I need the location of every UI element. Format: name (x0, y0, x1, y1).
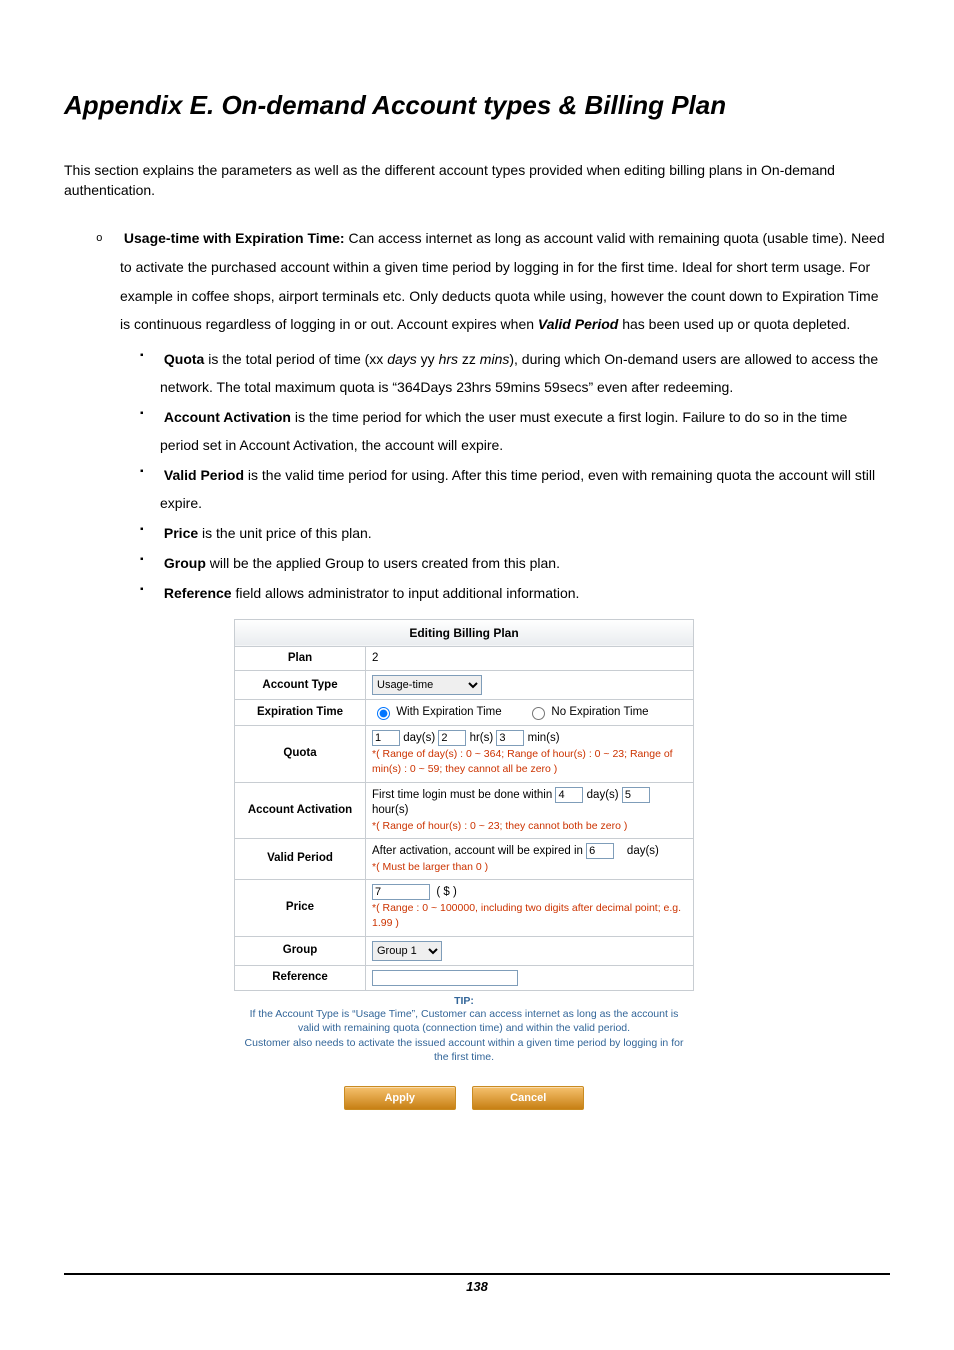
sub-bullet-price: Price is the unit price of this plan. (160, 519, 890, 547)
radio-no-label: No Expiration Time (551, 706, 648, 718)
reference-input[interactable] (372, 970, 518, 986)
activation-day-unit: day(s) (587, 789, 619, 801)
sub-bullet-activation: Account Activation is the time period fo… (160, 403, 890, 459)
quota-day-input[interactable] (372, 730, 400, 746)
valid-hint: *( Must be larger than 0 ) (372, 861, 488, 873)
sub-quota-b2: zz (458, 351, 480, 367)
activation-text-a: First time login must be done within (372, 789, 555, 801)
account-type-select[interactable]: Usage-time (372, 675, 482, 695)
activation-hint: *( Range of hour(s) : 0 ~ 23; they canno… (372, 820, 627, 832)
sub-bullet-valid: Valid Period is the valid time period fo… (160, 461, 890, 517)
sub-quota-i3: mins (480, 351, 510, 367)
page-title: Appendix E. On-demand Account types & Bi… (64, 90, 890, 121)
row-activation-label: Account Activation (235, 782, 366, 839)
sub-quota-a: is the total period of time (xx (204, 351, 387, 367)
radio-with-label: With Expiration Time (396, 706, 501, 718)
sub-group-strong: Group (164, 555, 206, 571)
valid-text-a: After activation, account will be expire… (372, 845, 586, 857)
sub-quota-strong: Quota (164, 351, 204, 367)
sub-bullet-quota: Quota is the total period of time (xx da… (160, 345, 890, 401)
sub-price-strong: Price (164, 525, 198, 541)
row-account-type-label: Account Type (235, 671, 366, 700)
price-hint: *( Range : 0 ~ 100000, including two dig… (372, 902, 681, 930)
row-quota-label: Quota (235, 726, 366, 783)
quota-day-unit: day(s) (403, 732, 435, 744)
sub-bullet-group: Group will be the applied Group to users… (160, 549, 890, 577)
tip-line-1: If the Account Type is “Usage Time”, Cus… (244, 1007, 684, 1035)
sub-valid-strong: Valid Period (164, 467, 244, 483)
main-bullet-emph: Valid Period (538, 316, 618, 332)
valid-day-unit: day(s) (627, 845, 659, 857)
row-group-label: Group (235, 936, 366, 965)
apply-button[interactable]: Apply (344, 1086, 456, 1110)
row-reference-label: Reference (235, 965, 366, 991)
main-bullet: Usage-time with Expiration Time: Can acc… (120, 224, 890, 607)
sub-price-text: is the unit price of this plan. (198, 525, 372, 541)
billing-panel: Editing Billing Plan Plan 2 Account Type… (234, 619, 694, 1110)
activation-day-input[interactable] (555, 787, 583, 803)
quota-hint: *( Range of day(s) : 0 ~ 364; Range of h… (372, 748, 673, 776)
activation-hour-unit: hour(s) (372, 804, 408, 816)
radio-with-expiration[interactable]: With Expiration Time (372, 706, 502, 718)
sub-ref-text: field allows administrator to input addi… (232, 585, 580, 601)
row-price-label: Price (235, 880, 366, 937)
sub-ref-strong: Reference (164, 585, 232, 601)
sub-act-strong: Account Activation (164, 409, 291, 425)
page-number: 138 (64, 1273, 890, 1294)
quota-hr-input[interactable] (438, 730, 466, 746)
main-bullet-strong: Usage-time with Expiration Time: (124, 230, 345, 246)
intro-paragraph: This section explains the parameters as … (64, 161, 890, 200)
row-expiration-label: Expiration Time (235, 700, 366, 726)
sub-bullet-reference: Reference field allows administrator to … (160, 579, 890, 607)
quota-hr-unit: hr(s) (470, 732, 494, 744)
quota-min-input[interactable] (496, 730, 524, 746)
price-currency: ( $ ) (436, 886, 456, 898)
quota-min-unit: min(s) (528, 732, 560, 744)
sub-quota-b1: yy (417, 351, 439, 367)
price-input[interactable] (372, 884, 430, 900)
row-valid-label: Valid Period (235, 839, 366, 880)
valid-day-input[interactable] (586, 843, 614, 859)
tip-heading: TIP: (234, 995, 694, 1007)
row-plan-value: 2 (366, 646, 694, 671)
sub-quota-i2: hrs (439, 351, 458, 367)
tip-line-2: Customer also needs to activate the issu… (244, 1036, 684, 1064)
sub-group-text: will be the applied Group to users creat… (206, 555, 560, 571)
activation-hour-input[interactable] (622, 787, 650, 803)
cancel-button[interactable]: Cancel (472, 1086, 584, 1110)
group-select[interactable]: Group 1 (372, 941, 442, 961)
sub-valid-text: is the valid time period for using. Afte… (160, 467, 875, 511)
main-bullet-text-b: has been used up or quota depleted. (618, 316, 850, 332)
radio-no-expiration[interactable]: No Expiration Time (527, 706, 648, 718)
billing-heading: Editing Billing Plan (235, 619, 694, 646)
sub-quota-i1: days (387, 351, 417, 367)
row-plan-label: Plan (235, 646, 366, 671)
